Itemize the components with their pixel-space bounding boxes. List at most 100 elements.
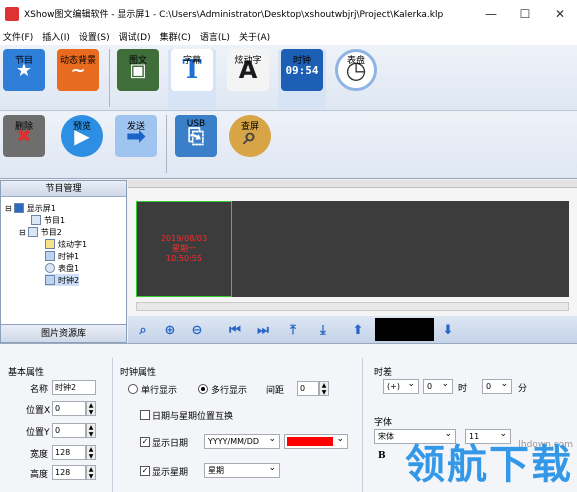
- pos-y-field[interactable]: 0: [52, 423, 86, 438]
- clock-node-icon: [45, 251, 55, 261]
- preview-date: 2019/08/03: [160, 234, 208, 243]
- app-icon: [5, 6, 19, 21]
- pos-x-field[interactable]: 0: [52, 401, 86, 416]
- menu-debug[interactable]: 调试(D): [119, 30, 151, 43]
- window-title: XShow图文编辑软件 - 显示屏1 - C:\Users\Administra…: [24, 10, 444, 20]
- date-format-select[interactable]: YYYY/MM/DD: [204, 433, 280, 449]
- tree-node-clock2[interactable]: 时钟2: [45, 274, 80, 286]
- name-field[interactable]: 时钟2: [52, 380, 96, 395]
- tree-label: 显示屏1: [26, 203, 56, 213]
- single-line-label: 单行显示: [141, 386, 178, 396]
- menu-about[interactable]: 关于(A): [239, 30, 270, 43]
- led-screen-preview[interactable]: 2019/08/03 星期一 10:50:55: [136, 201, 569, 297]
- zoom-out-button[interactable]: ⊖: [186, 319, 208, 341]
- maximize-button[interactable]: ☐: [508, 0, 542, 27]
- pos-x-spinner[interactable]: ▲ ▼: [86, 401, 96, 416]
- close-button[interactable]: ✕: [543, 0, 577, 27]
- animated-text-button[interactable]: A 炫动字: [224, 49, 272, 109]
- move-top-button[interactable]: ⤒: [282, 319, 304, 341]
- dynamic-background-button[interactable]: ~ 动态背景: [54, 49, 102, 109]
- digital-clock-button[interactable]: 09:54 时钟: [278, 49, 326, 109]
- spacing-label: 间距: [266, 386, 285, 396]
- delete-label: 删除: [14, 122, 33, 132]
- program-label: 节目: [14, 56, 33, 66]
- width-field[interactable]: 128: [52, 445, 86, 460]
- subtitle-button[interactable]: T 字幕: [168, 49, 216, 109]
- week-format-select[interactable]: 星期: [204, 462, 280, 478]
- image-library-button[interactable]: 图片资源库: [0, 324, 127, 343]
- title-bar: XShow图文编辑软件 - 显示屏1 - C:\Users\Administra…: [0, 0, 577, 27]
- date-color-select[interactable]: [284, 433, 348, 449]
- send-button[interactable]: ➡ 发送: [112, 115, 160, 175]
- move-bottom-button[interactable]: ⤓: [312, 319, 334, 341]
- menu-cluster[interactable]: 集群(C): [160, 30, 191, 43]
- preview-week: 星期一: [172, 244, 196, 253]
- menu-insert[interactable]: 插入(I): [42, 30, 70, 43]
- tree-label: 炫动字1: [58, 239, 88, 249]
- clock-window[interactable]: 2019/08/03 星期一 10:50:55: [136, 201, 232, 297]
- tree-node-dial1[interactable]: 表盘1: [45, 262, 79, 274]
- tree-expander-icon[interactable]: ⊟: [5, 204, 12, 213]
- toolbar-separator: [166, 115, 167, 173]
- animated-text-node-icon: [45, 239, 55, 249]
- pos-x-label: 位置X: [26, 406, 51, 416]
- time-diff-minutes-select[interactable]: 0: [482, 378, 512, 394]
- zoom-in-button[interactable]: ⊕: [159, 319, 181, 341]
- font-title: 字体: [374, 418, 393, 428]
- swap-date-week-label: 日期与星期位置互换: [152, 412, 234, 422]
- swap-date-week-checkbox[interactable]: [140, 410, 150, 420]
- time-diff-hours-label: 时: [458, 384, 468, 394]
- tree-label: 表盘1: [58, 263, 80, 273]
- pos-y-spinner[interactable]: ▲ ▼: [86, 423, 96, 438]
- date-color-swatch: [287, 437, 333, 446]
- tree-node-program2[interactable]: ⊟ 节目2: [19, 226, 62, 238]
- show-week-label: 显示星期: [152, 468, 189, 478]
- usb-button[interactable]: ⎘ USB: [172, 115, 220, 175]
- height-spinner[interactable]: ▲ ▼: [86, 465, 96, 480]
- bold-button[interactable]: B: [378, 451, 386, 461]
- width-spinner[interactable]: ▲ ▼: [86, 445, 96, 460]
- height-field[interactable]: 128: [52, 465, 86, 480]
- first-button[interactable]: ⏮: [224, 319, 246, 341]
- time-diff-sign-select[interactable]: (+): [383, 378, 419, 394]
- minimize-button[interactable]: —: [474, 0, 508, 27]
- single-line-radio[interactable]: [128, 384, 138, 394]
- analog-clock-label: 表盘: [346, 56, 365, 66]
- show-date-label: 显示日期: [152, 439, 189, 449]
- insert-toolbar: ★ 节目 ~ 动态背景 ▣ 图文 T 字幕 A 炫动字 09:54 时钟 ◷ 表…: [0, 45, 577, 111]
- menu-file[interactable]: 文件(F): [3, 30, 33, 43]
- program-button[interactable]: ★ 节目: [0, 49, 48, 109]
- program-manager-title: 节目管理: [1, 181, 126, 197]
- spacing-field[interactable]: 0: [297, 381, 319, 396]
- tree-node-clock1[interactable]: 时钟1: [45, 250, 79, 262]
- move-up-button[interactable]: ⬆: [347, 319, 369, 341]
- ruler: [128, 180, 577, 188]
- time-diff-hours-select[interactable]: 0: [423, 378, 453, 394]
- horizontal-scrollbar[interactable]: [136, 302, 569, 311]
- subtitle-label: 字幕: [182, 56, 201, 66]
- show-date-checkbox[interactable]: ✓: [140, 437, 150, 447]
- divider: [112, 358, 113, 492]
- tree-node-animated-text1[interactable]: 炫动字1: [45, 238, 87, 250]
- move-down-button[interactable]: ⬇: [437, 319, 459, 341]
- send-label: 发送: [126, 122, 145, 132]
- analog-clock-button[interactable]: ◷ 表盘: [332, 49, 380, 109]
- menu-language[interactable]: 语言(L): [200, 30, 230, 43]
- search-screen-button[interactable]: ⌕ 查屏: [226, 115, 274, 175]
- delete-button[interactable]: ✖ 删除: [0, 115, 48, 175]
- tree-node-program1[interactable]: 节目1: [31, 214, 65, 226]
- multi-line-radio[interactable]: [198, 384, 208, 394]
- action-toolbar: ✖ 删除 ▶ 预览 ➡ 发送 ⎘ USB ⌕ 查屏: [0, 111, 577, 179]
- preview-button[interactable]: ▶ 预览: [58, 115, 106, 175]
- image-text-button[interactable]: ▣ 图文: [114, 49, 162, 109]
- tree-expander-icon[interactable]: ⊟: [19, 228, 26, 237]
- show-week-checkbox[interactable]: ✓: [140, 466, 150, 476]
- tree-label: 时钟2: [58, 275, 80, 285]
- program-node-icon: [27, 227, 38, 237]
- time-diff-minutes-label: 分: [518, 384, 528, 394]
- menu-settings[interactable]: 设置(S): [79, 30, 110, 43]
- last-button[interactable]: ⏭: [252, 319, 274, 341]
- spacing-spinner[interactable]: ▲ ▼: [319, 381, 329, 396]
- tree-node-display1[interactable]: ⊟ 显示屏1: [5, 202, 56, 214]
- zoom-fit-button[interactable]: ⌕: [132, 319, 154, 341]
